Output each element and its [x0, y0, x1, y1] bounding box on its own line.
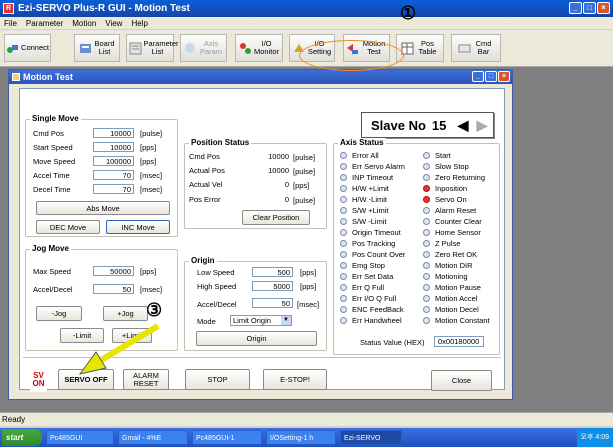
status-bar: Ready [0, 412, 613, 426]
taskbar-item-active[interactable]: Ezi-SERVO [340, 430, 402, 445]
taskbar-item[interactable]: I/OSetting-1 h [266, 430, 336, 445]
windows-taskbar: start Pc485GUI Gmail - 4%E Pc485GUI-1 I/… [0, 428, 613, 447]
system-tray-clock: 오후 4:09 [576, 428, 613, 447]
taskbar-item[interactable]: Pc485GUI [46, 430, 114, 445]
taskbar-item[interactable]: Gmail - 4%E [118, 430, 188, 445]
pointer-arrow-icon [78, 323, 160, 375]
taskbar-item[interactable]: Pc485GUI-1 [192, 430, 262, 445]
start-button[interactable]: start [2, 429, 42, 446]
app-window: R Ezi-SERVO Plus-R GUI - Motion Test _ □… [0, 0, 613, 447]
